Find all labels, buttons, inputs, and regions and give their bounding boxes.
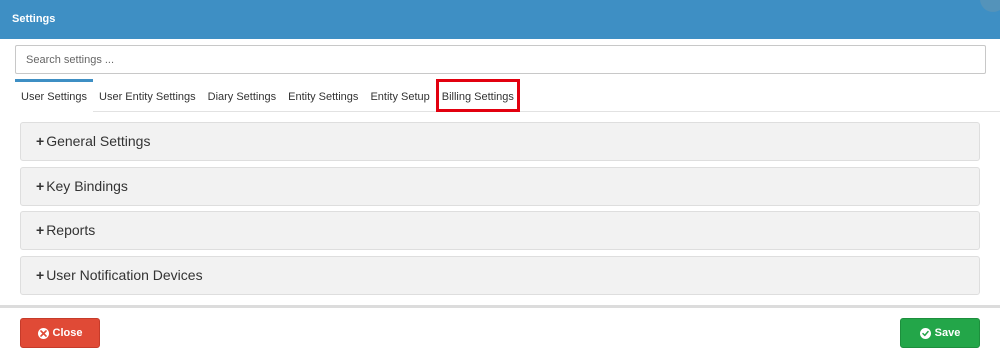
tab-user-entity-settings[interactable]: User Entity Settings bbox=[93, 79, 202, 112]
footer-divider bbox=[0, 305, 1000, 308]
expand-plus-icon: + bbox=[36, 133, 45, 149]
expand-plus-icon: + bbox=[36, 178, 45, 194]
dialog-header: Settings bbox=[0, 0, 1000, 39]
header-decoration bbox=[980, 0, 1000, 12]
tab-entity-settings[interactable]: Entity Settings bbox=[282, 79, 364, 112]
panel-key-bindings[interactable]: + Key Bindings bbox=[20, 167, 980, 206]
search-container bbox=[15, 45, 986, 74]
tab-billing-settings[interactable]: Billing Settings bbox=[435, 79, 520, 112]
panel-label: Reports bbox=[46, 222, 96, 238]
close-button-label: Close bbox=[52, 327, 83, 339]
expand-plus-icon: + bbox=[36, 267, 45, 283]
settings-tabs: User Settings User Entity Settings Diary… bbox=[15, 79, 520, 112]
panel-label: User Notification Devices bbox=[46, 267, 203, 283]
tab-diary-settings[interactable]: Diary Settings bbox=[202, 79, 282, 112]
check-circle-icon bbox=[919, 327, 931, 339]
times-circle-icon bbox=[37, 327, 49, 339]
save-button-label: Save bbox=[934, 327, 961, 339]
panel-label: Key Bindings bbox=[46, 178, 128, 194]
tab-user-settings[interactable]: User Settings bbox=[15, 79, 94, 112]
panel-reports[interactable]: + Reports bbox=[20, 211, 980, 250]
close-button[interactable]: Close bbox=[20, 318, 100, 348]
panel-general-settings[interactable]: + General Settings bbox=[20, 122, 980, 161]
panel-label: General Settings bbox=[46, 133, 151, 149]
tab-entity-setup[interactable]: Entity Setup bbox=[364, 79, 435, 112]
save-button[interactable]: Save bbox=[900, 318, 980, 348]
search-input[interactable] bbox=[15, 45, 986, 74]
expand-plus-icon: + bbox=[36, 222, 45, 238]
dialog-title: Settings bbox=[12, 13, 56, 25]
panel-user-notification-devices[interactable]: + User Notification Devices bbox=[20, 256, 980, 295]
